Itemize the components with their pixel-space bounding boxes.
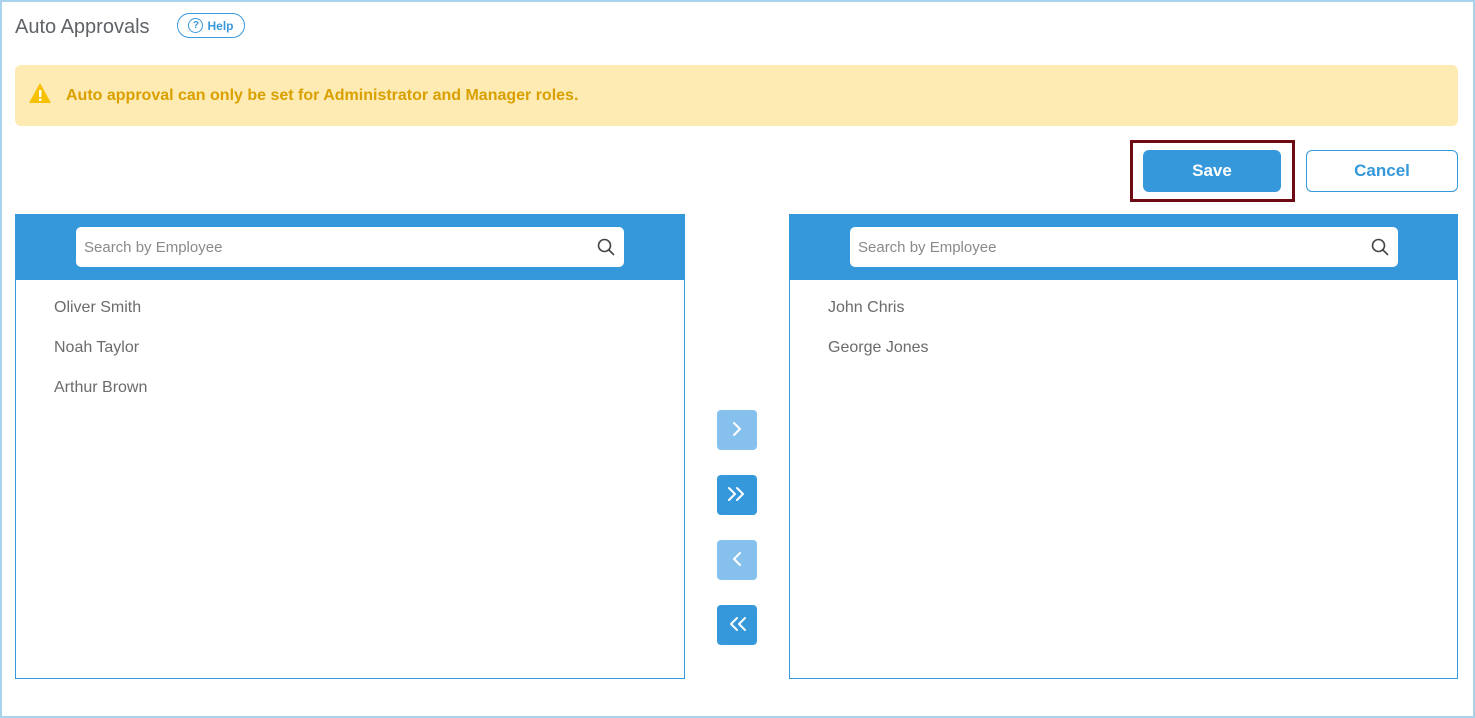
list-item[interactable]: Arthur Brown (16, 378, 684, 418)
move-all-left-button[interactable] (717, 605, 757, 645)
help-label: Help (207, 18, 234, 33)
panel-header (790, 215, 1457, 280)
chevron-left-icon (729, 551, 745, 570)
search-icon[interactable] (597, 238, 615, 261)
move-all-right-button[interactable] (717, 475, 757, 515)
panel-header (16, 215, 684, 280)
employee-list: Oliver Smith Noah Taylor Arthur Brown (16, 280, 684, 418)
list-item[interactable]: John Chris (790, 298, 1457, 338)
double-chevron-left-icon (726, 616, 748, 635)
page-title: Auto Approvals (15, 16, 150, 38)
search-input[interactable] (76, 227, 624, 267)
move-left-button[interactable] (717, 540, 757, 580)
move-right-button[interactable] (717, 410, 757, 450)
chevron-right-icon (729, 421, 745, 440)
warning-icon (28, 82, 52, 109)
search-box (850, 227, 1398, 267)
auto-approvals-page: Auto Approvals ? Help Auto approval can … (0, 0, 1475, 718)
employee-list: John Chris George Jones (790, 280, 1457, 378)
warning-alert: Auto approval can only be set for Admini… (15, 65, 1458, 126)
cancel-button[interactable]: Cancel (1306, 150, 1458, 192)
search-input[interactable] (850, 227, 1398, 267)
search-box (76, 227, 624, 267)
list-item[interactable]: Oliver Smith (16, 298, 684, 338)
help-button[interactable]: ? Help (177, 13, 245, 38)
list-item[interactable]: George Jones (790, 338, 1457, 378)
list-item[interactable]: Noah Taylor (16, 338, 684, 378)
available-employees-panel: Oliver Smith Noah Taylor Arthur Brown (15, 214, 685, 679)
auto-approval-employees-panel: John Chris George Jones (789, 214, 1458, 679)
alert-text: Auto approval can only be set for Admini… (66, 86, 579, 104)
save-button[interactable]: Save (1143, 150, 1281, 192)
question-circle-icon: ? (188, 18, 204, 33)
double-chevron-right-icon (726, 486, 748, 505)
search-icon[interactable] (1371, 238, 1389, 261)
